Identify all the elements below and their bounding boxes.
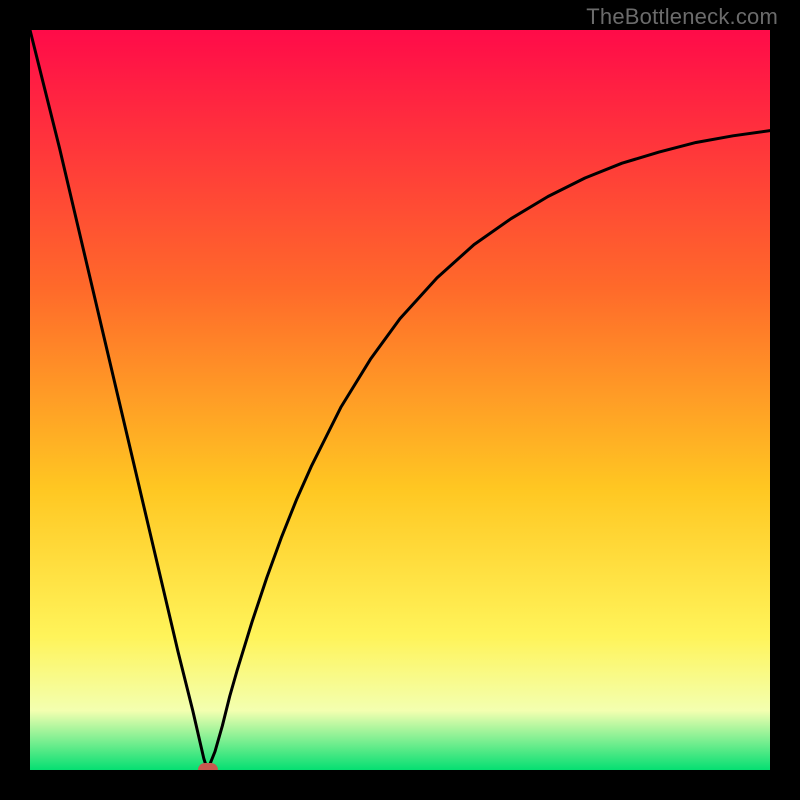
plot-area bbox=[30, 30, 770, 770]
plot-svg bbox=[30, 30, 770, 770]
optimal-point-marker bbox=[198, 763, 218, 770]
watermark-text: TheBottleneck.com bbox=[586, 4, 778, 30]
gradient-background bbox=[30, 30, 770, 770]
chart-root: TheBottleneck.com bbox=[0, 0, 800, 800]
